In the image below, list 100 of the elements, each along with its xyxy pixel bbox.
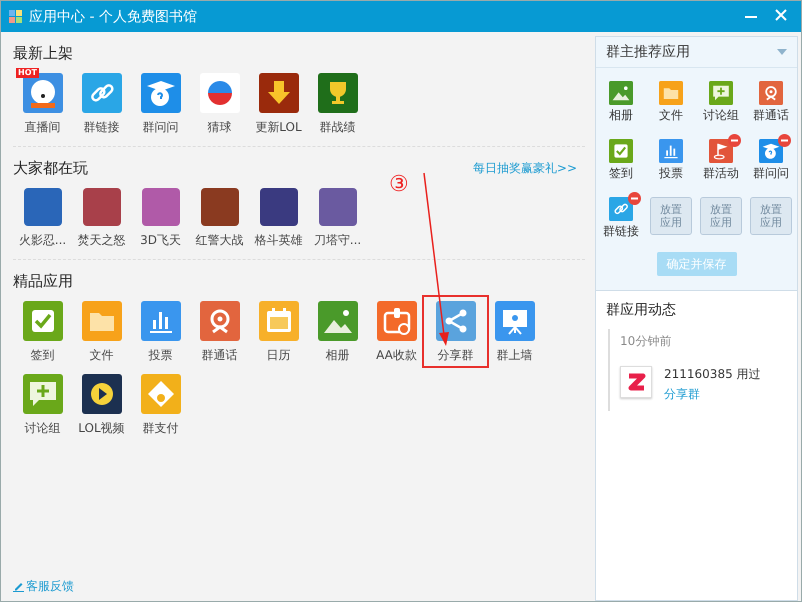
section-title: 大家都在玩 <box>13 159 88 178</box>
wallet-icon <box>376 301 416 341</box>
app-label: 群上墙 <box>496 347 532 364</box>
z-logo-icon <box>620 366 652 398</box>
app-label: 相册 <box>326 347 350 364</box>
app-tile[interactable]: 格斗英雄 <box>249 186 308 249</box>
activity-text: 211160385 用过 <box>664 366 761 383</box>
app-label: 红警大战 <box>196 232 244 249</box>
share-icon <box>436 301 476 341</box>
app-label: 投票 <box>148 347 172 364</box>
app-label: AA收款 <box>376 347 417 364</box>
calendar-icon <box>258 301 298 341</box>
app-label: 文件 <box>90 347 114 364</box>
graduation-cap-icon <box>140 73 180 113</box>
app-label: 格斗英雄 <box>254 232 302 249</box>
app-tile[interactable]: 签到 <box>13 299 72 364</box>
chat-plus-icon <box>22 374 62 414</box>
recommended-app[interactable]: 群问问 <box>746 134 796 182</box>
app-tile[interactable]: 刀塔守... <box>308 186 367 249</box>
recommended-app[interactable]: 群通话 <box>746 76 796 124</box>
presentation-board-icon <box>494 301 534 341</box>
picture-icon <box>318 301 358 341</box>
app-tile[interactable]: 3D飞天 <box>131 186 190 249</box>
app-tile[interactable]: 日历 <box>249 299 308 364</box>
app-tile[interactable]: LOL视频 <box>72 372 131 437</box>
app-label: 日历 <box>266 347 290 364</box>
coin-card-icon <box>140 374 180 414</box>
app-tile[interactable]: 群通话 <box>190 299 249 364</box>
step-number: ③ <box>389 173 409 197</box>
app-label: 讨论组 <box>24 420 60 437</box>
chain-link-icon <box>82 73 122 113</box>
app-label: 群战绩 <box>320 119 356 136</box>
chat-plus-icon <box>709 81 733 105</box>
pencil-icon <box>13 581 24 592</box>
app-label: 更新LOL <box>255 119 302 136</box>
play-icon <box>82 374 122 414</box>
app-tile[interactable]: 投票 <box>131 299 190 364</box>
app-label: 相册 <box>609 107 633 124</box>
bar-chart-icon <box>140 301 180 341</box>
app-tile[interactable]: 群支付 <box>131 372 190 437</box>
recommended-app[interactable]: 群链接 <box>596 192 646 240</box>
app-label: 投票 <box>659 165 683 182</box>
recommended-app[interactable]: 签到 <box>596 134 646 182</box>
app-tile[interactable]: 相册 <box>308 299 367 364</box>
app-label: 刀塔守... <box>314 232 362 249</box>
close-icon <box>775 8 787 20</box>
app-tile[interactable]: 群问问 <box>131 71 190 136</box>
panel-title: 群主推荐应用 <box>606 43 690 61</box>
app-label: 分享群 <box>438 347 474 364</box>
app-label: 群支付 <box>142 420 178 437</box>
app-tile[interactable]: 群链接 <box>72 71 131 136</box>
webcam-icon <box>759 81 783 105</box>
app-label: 直播间 <box>24 119 60 136</box>
app-tile[interactable]: 更新LOL <box>249 71 308 136</box>
app-label: 群链接 <box>84 119 120 136</box>
remove-icon[interactable] <box>778 134 791 147</box>
dropdown-caret-icon[interactable] <box>777 49 787 55</box>
graduation-cap-icon <box>759 139 783 163</box>
recommended-app[interactable]: 群活动 <box>696 134 746 182</box>
app-tile[interactable]: HOT 直播间 <box>13 71 72 136</box>
app-tile[interactable]: 焚天之怒 <box>72 186 131 249</box>
flag-icon <box>709 139 733 163</box>
app-label: LOL视频 <box>78 420 125 437</box>
checkmark-icon <box>609 139 633 163</box>
app-tile[interactable]: AA收款 <box>367 299 426 364</box>
folder-icon <box>659 81 683 105</box>
recommended-app[interactable]: 相册 <box>596 76 646 124</box>
recommended-app[interactable]: 投票 <box>646 134 696 182</box>
chain-link-icon <box>609 197 633 221</box>
window-title: 应用中心 - 个人免费图书馆 <box>29 8 198 26</box>
recommended-app[interactable]: 讨论组 <box>696 76 746 124</box>
app-grid-icon <box>9 10 23 24</box>
activity-title: 群应用动态 <box>606 301 677 319</box>
checkmark-icon <box>22 301 62 341</box>
bar-chart-icon <box>659 139 683 163</box>
app-tile[interactable]: 猜球 <box>190 71 249 136</box>
app-label: 群通话 <box>753 107 789 124</box>
app-label: 火影忍... <box>18 232 66 249</box>
timestamp: 10分钟前 <box>620 333 672 350</box>
webcam-icon <box>200 301 240 341</box>
app-label: 3D飞天 <box>140 232 181 249</box>
app-tile[interactable]: 群上墙 <box>485 299 544 364</box>
app-label: 文件 <box>659 107 683 124</box>
app-label: 群通话 <box>202 347 238 364</box>
app-tile[interactable]: 火影忍... <box>13 186 72 249</box>
app-label: 猜球 <box>208 119 232 136</box>
picture-icon <box>609 81 633 105</box>
folder-icon <box>82 301 122 341</box>
hot-badge: HOT <box>16 68 39 78</box>
app-tile[interactable]: 群战绩 <box>308 71 367 136</box>
app-label: 签到 <box>30 347 54 364</box>
app-tile[interactable]: 分享群 <box>426 299 485 364</box>
app-tile[interactable]: 文件 <box>72 299 131 364</box>
minimize-icon <box>745 16 757 18</box>
recommended-app[interactable]: 文件 <box>646 76 696 124</box>
remove-icon[interactable] <box>628 192 641 205</box>
app-tile[interactable]: 讨论组 <box>13 372 72 437</box>
app-label: 群链接 <box>603 223 639 240</box>
remove-icon[interactable] <box>728 134 741 147</box>
app-tile[interactable]: 红警大战 <box>190 186 249 249</box>
